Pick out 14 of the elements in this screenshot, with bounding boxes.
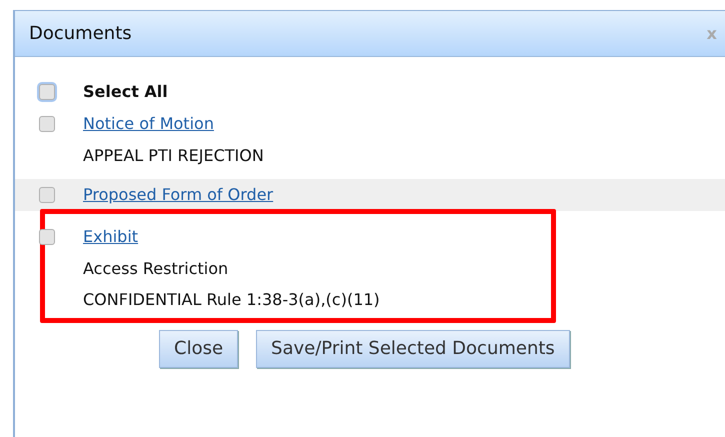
close-button[interactable]: Close [159, 330, 238, 368]
document-note: Access Restriction [83, 260, 228, 276]
select-all-label: Select All [83, 84, 168, 100]
checkbox[interactable] [39, 84, 55, 100]
checkbox[interactable] [39, 116, 55, 132]
checkbox[interactable] [39, 229, 55, 245]
document-link[interactable]: Exhibit [83, 229, 138, 245]
document-link[interactable]: Proposed Form of Order [83, 187, 274, 203]
document-link[interactable]: Notice of Motion [83, 116, 214, 132]
save-print-button[interactable]: Save/Print Selected Documents [256, 330, 570, 368]
checkbox[interactable] [39, 187, 55, 203]
document-note: APPEAL PTI REJECTION [83, 148, 264, 164]
window-title: Documents [29, 22, 132, 46]
document-note: CONFIDENTIAL Rule 1:38-3(a),(c)(11) [83, 292, 380, 308]
